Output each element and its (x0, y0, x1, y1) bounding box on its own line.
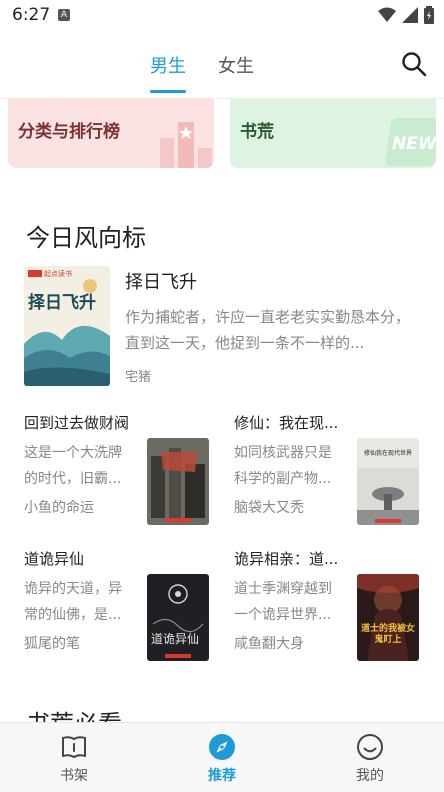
tab-male[interactable]: 男生 (150, 52, 186, 78)
bar-chart-icon (160, 122, 212, 168)
nav-profile-label: 我的 (356, 768, 384, 784)
book-shortage-card[interactable]: 书荒 NEW (230, 98, 436, 168)
cover-art (147, 574, 209, 661)
bookshelf-icon (62, 736, 86, 758)
book-description: 如同核武器只是科学的副产物... (234, 445, 332, 487)
new-badge-text: NEW (392, 134, 436, 154)
wifi-icon (378, 7, 396, 22)
book-description: 道士季渊穿越到一个诡异世界... (234, 581, 332, 623)
search-icon[interactable] (400, 50, 428, 78)
book-title: 修仙：我在现... (234, 414, 339, 432)
cover-art (357, 574, 419, 661)
book-cover: 修仙我在现代世界 (357, 438, 419, 525)
book-description: 诡异的天道，异常的仙佛，是... (24, 581, 122, 623)
cover-art (24, 266, 110, 386)
book-shortage-label: 书荒 (240, 122, 274, 142)
book-title: 诡异相亲：道... (234, 550, 339, 568)
smiley-icon (357, 734, 383, 760)
cover-title: 择日飞升 (28, 293, 96, 313)
category-cards: 分类与排行榜 书荒 NEW (8, 98, 436, 168)
tab-indicator (150, 90, 186, 93)
book-author: 狐尾的笔 (24, 636, 80, 652)
nav-recommend-label: 推荐 (208, 768, 236, 784)
book-item[interactable]: 回到过去做财阀 这是一个大洗牌的时代，旧霸... 小鱼的命运 (24, 412, 220, 525)
cover-badge: 起点读书 (44, 270, 72, 278)
book-item[interactable]: 修仙：我在现... 如同核武器只是科学的副产物... 脑袋大又秃 修仙我在现代世… (234, 412, 430, 525)
compass-icon (209, 734, 235, 760)
book-item[interactable]: 诡异相亲：道... 道士季渊穿越到一个诡异世界... 咸鱼翻大身 道士的我被女鬼… (234, 548, 430, 661)
book-title: 回到过去做财阀 (24, 414, 130, 432)
signal-icon (402, 7, 418, 23)
nav-bookshelf-label: 书架 (60, 768, 88, 784)
tab-female[interactable]: 女生 (218, 52, 254, 78)
book-description: 这是一个大洗牌的时代，旧霸... (24, 445, 122, 487)
cover-title: 道诡异仙 (151, 632, 200, 646)
book-cover (147, 438, 209, 525)
featured-book[interactable]: 起点读书 择日飞升 择日飞升 作为捕蛇者，许应一直老老实实勤恳本分，直到这一天，… (24, 266, 420, 388)
nav-recommend[interactable]: 推荐 (148, 723, 296, 792)
book-author: 咸鱼翻大身 (234, 636, 304, 652)
app-notification-icon: A (58, 9, 70, 21)
status-icons (378, 6, 434, 24)
status-time: 6:27 (12, 5, 51, 25)
book-title: 道诡异仙 (24, 550, 85, 568)
featured-description: 作为捕蛇者，许应一直老老实实勤恳本分，直到这一天，他捉到一条不一样的... (125, 308, 411, 352)
nav-profile[interactable]: 我的 (296, 723, 444, 792)
category-ranking-card[interactable]: 分类与排行榜 (8, 98, 214, 168)
book-author: 小鱼的命运 (24, 500, 94, 516)
book-cover: 起点读书 择日飞升 (24, 266, 110, 386)
top-bar: 男生 女生 (0, 32, 444, 99)
book-cover: 道士的我被女鬼盯上 (357, 574, 419, 661)
book-item[interactable]: 道诡异仙 诡异的天道，异常的仙佛，是... 狐尾的笔 道诡异仙 (24, 548, 220, 661)
nav-bookshelf[interactable]: 书架 (0, 723, 148, 792)
category-ranking-label: 分类与排行榜 (18, 122, 120, 142)
status-bar: 6:27 A (0, 0, 444, 32)
featured-author: 宅猪 (125, 370, 152, 385)
section-title: 今日风向标 (26, 224, 146, 252)
cover-title: 道士的我被女鬼盯上 (360, 624, 415, 645)
battery-icon (424, 6, 434, 24)
featured-title: 择日飞升 (125, 272, 197, 293)
book-cover: 道诡异仙 (147, 574, 209, 661)
cover-art (147, 438, 209, 525)
cover-title: 修仙我在现代世界 (363, 450, 412, 457)
bottom-navigation: 书架 推荐 我的 (0, 722, 444, 792)
book-author: 脑袋大又秃 (234, 500, 304, 516)
